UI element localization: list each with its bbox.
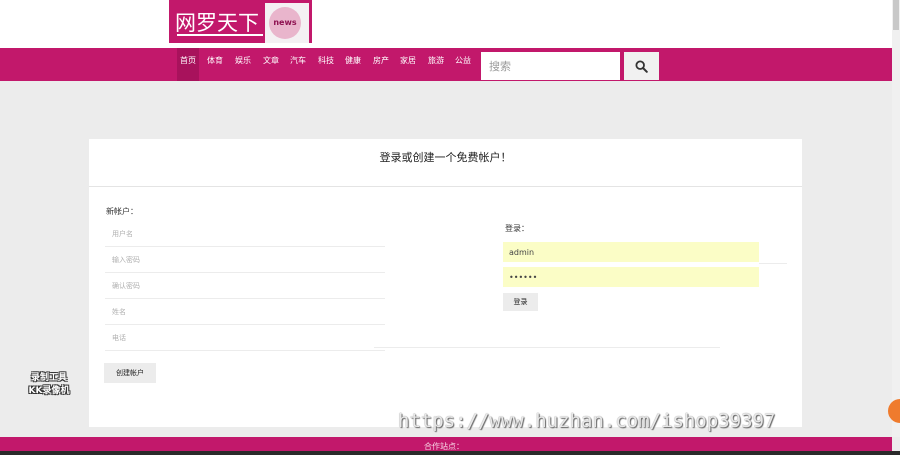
recorder-badge: 录制工具 KK录像机	[16, 372, 82, 398]
login-username-field[interactable]	[503, 242, 759, 262]
nav-item-charity[interactable]: 公益	[455, 48, 471, 81]
search-input[interactable]	[481, 52, 620, 80]
recorder-badge-line1: 录制工具	[30, 373, 67, 383]
login-section-label: 登录：	[505, 224, 529, 233]
nav-item-realestate[interactable]: 房产	[373, 48, 389, 81]
logo-text: 网罗天下	[175, 11, 259, 35]
register-phone-field[interactable]	[105, 325, 385, 351]
recorder-badge-line2: KK录像机	[28, 386, 70, 396]
nav-item-entertainment[interactable]: 娱乐	[235, 48, 251, 81]
register-username-field[interactable]	[105, 221, 385, 247]
nav-item-auto[interactable]: 汽车	[290, 48, 306, 81]
nav-item-travel[interactable]: 旅游	[428, 48, 444, 81]
scrollbar-thumb[interactable]	[893, 0, 899, 30]
logo-badge: news	[265, 3, 309, 43]
divider-line	[759, 263, 787, 264]
page-scrollbar[interactable]	[892, 0, 900, 437]
watermark-url: https://www.huzhan.com/ishop39397	[398, 410, 776, 432]
create-account-button[interactable]: 创建帐户	[104, 363, 156, 383]
search-icon	[635, 60, 648, 73]
divider-line	[374, 347, 720, 348]
logo-badge-circle: news	[269, 7, 301, 39]
nav-item-health[interactable]: 健康	[345, 48, 361, 81]
search-button[interactable]	[624, 52, 659, 80]
nav-item-tech[interactable]: 科技	[318, 48, 334, 81]
logo-underline	[177, 34, 263, 36]
auth-card: 登录或创建一个免费帐户！ 新帐户： 创建帐户 登录： 登录	[89, 139, 802, 427]
nav-item-sports[interactable]: 体育	[207, 48, 223, 81]
floating-help-icon[interactable]	[888, 399, 900, 423]
login-button[interactable]: 登录	[503, 293, 538, 311]
login-password-field[interactable]	[503, 267, 759, 287]
nav-item-home-living[interactable]: 家居	[400, 48, 416, 81]
main-navbar: 首页 体育 娱乐 文章 汽车 科技 健康 房产 家居 旅游 公益	[0, 48, 892, 81]
top-header: 网罗天下 news	[0, 0, 900, 48]
register-name-field[interactable]	[105, 299, 385, 325]
site-logo[interactable]: 网罗天下 news	[169, 0, 312, 43]
register-section-label: 新帐户：	[106, 207, 138, 216]
card-divider	[89, 186, 802, 187]
nav-item-articles[interactable]: 文章	[263, 48, 279, 81]
register-password-field[interactable]	[105, 247, 385, 273]
nav-item-home[interactable]: 首页	[177, 48, 199, 81]
page-title: 登录或创建一个免费帐户！	[379, 151, 512, 164]
taskbar-strip	[0, 451, 900, 455]
register-confirm-password-field[interactable]	[105, 273, 385, 299]
